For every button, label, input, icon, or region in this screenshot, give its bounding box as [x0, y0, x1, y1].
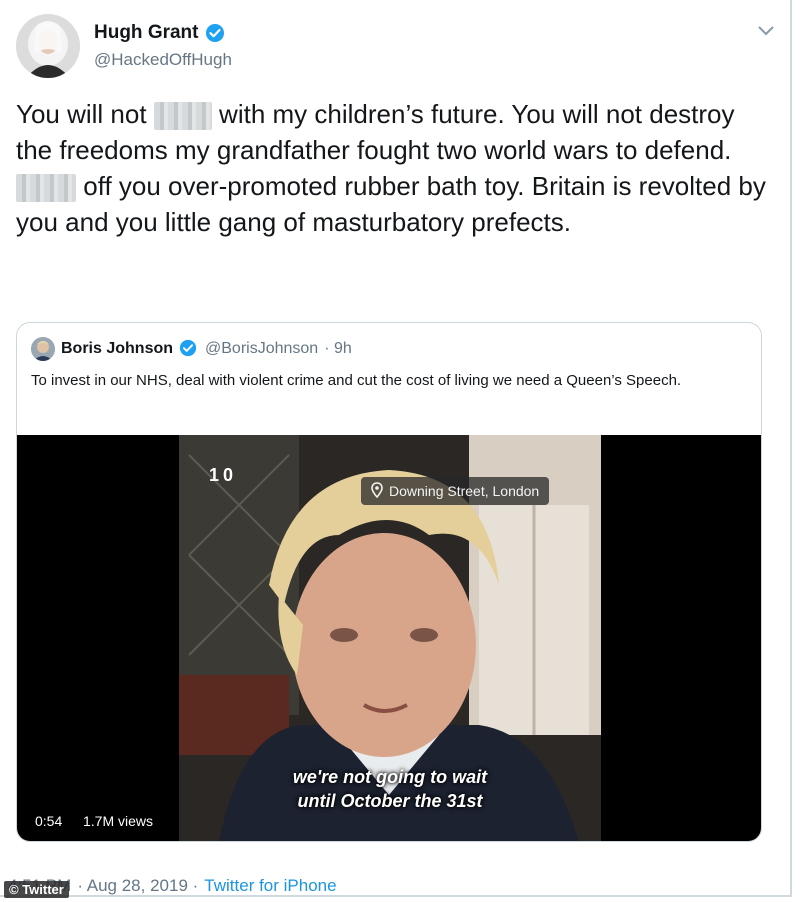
quoted-tweet-text: To invest in our NHS, deal with violent …	[31, 372, 682, 389]
tweet-header: Hugh Grant @HackedOffHugh	[16, 14, 776, 80]
tweet-date[interactable]: · Aug 28, 2019 ·	[77, 876, 198, 896]
tweet-text: You will not with my children’s future. …	[16, 96, 776, 240]
video-views: 1.7M views	[77, 809, 160, 833]
video-player[interactable]: 10 Downing Street, London we're not goin…	[17, 435, 761, 841]
location-pin-icon	[371, 481, 383, 501]
quoted-tweet-time[interactable]: · 9h	[324, 340, 352, 358]
verified-badge-icon	[205, 23, 225, 43]
chevron-down-icon[interactable]	[756, 24, 776, 38]
video-duration: 0:54	[29, 809, 69, 833]
tweet-source[interactable]: Twitter for iPhone	[204, 876, 336, 896]
quoted-tweet-header: Boris Johnson @BorisJohnson · 9h	[31, 337, 352, 361]
censored-word	[153, 102, 212, 131]
video-subtitle-line1: we're not going to wait	[292, 767, 488, 787]
author-name[interactable]: Hugh Grant	[94, 22, 199, 44]
location-text: Downing Street, London	[389, 483, 540, 499]
quoted-author-name[interactable]: Boris Johnson	[61, 340, 173, 358]
twitter-watermark: © Twitter	[4, 881, 69, 898]
quoted-tweet[interactable]: Boris Johnson @BorisJohnson · 9h To inve…	[16, 322, 762, 842]
location-tag: Downing Street, London	[361, 477, 550, 505]
tweet-card: Hugh Grant @HackedOffHugh You will not w…	[0, 0, 792, 898]
door-number-overlay: 10	[209, 465, 238, 485]
tweet-text-part1: You will not	[16, 99, 147, 129]
author-avatar[interactable]	[16, 14, 80, 78]
verified-badge-icon	[179, 339, 199, 359]
video-subtitle: we're not going to wait until October th…	[179, 765, 601, 813]
author-name-row: Hugh Grant	[94, 22, 225, 44]
tweet-text-part3: off you over-promoted rubber bath toy. B…	[16, 171, 766, 237]
video-subtitle-line2: until October the 31st	[297, 791, 483, 811]
author-handle[interactable]: @HackedOffHugh	[94, 50, 232, 70]
quoted-author-avatar[interactable]	[31, 337, 55, 361]
censored-word	[16, 174, 76, 203]
quoted-author-handle[interactable]: @BorisJohnson	[205, 340, 318, 358]
